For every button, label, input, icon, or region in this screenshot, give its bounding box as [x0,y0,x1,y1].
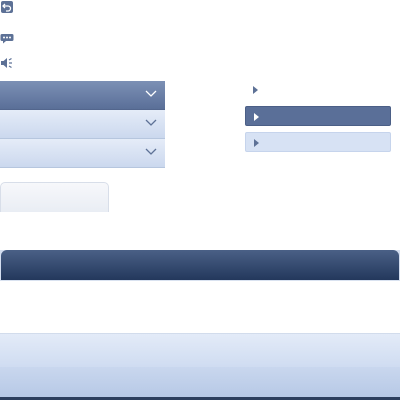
accordion-header-2[interactable] [0,110,165,139]
undo-icon[interactable] [1,1,13,13]
accordion-header-3[interactable] [0,139,165,168]
tree-item[interactable] [245,80,391,100]
chevron-down-icon [145,90,157,97]
panel-divider [0,280,400,281]
panel-band [0,333,400,367]
tree-item-hover[interactable] [245,132,391,152]
chat-icon[interactable] [0,31,14,45]
tab-dark-active[interactable] [1,250,399,280]
volume-icon[interactable] [0,56,14,70]
chevron-down-icon [145,148,157,155]
tab-light[interactable] [0,182,109,212]
accordion-header-1[interactable] [0,81,165,110]
tree-item-selected[interactable] [245,106,391,126]
caret-right-icon [254,113,259,121]
panel-band-dark [0,367,400,397]
chevron-down-icon [145,119,157,126]
caret-right-icon [253,86,258,94]
caret-right-icon [254,139,259,147]
